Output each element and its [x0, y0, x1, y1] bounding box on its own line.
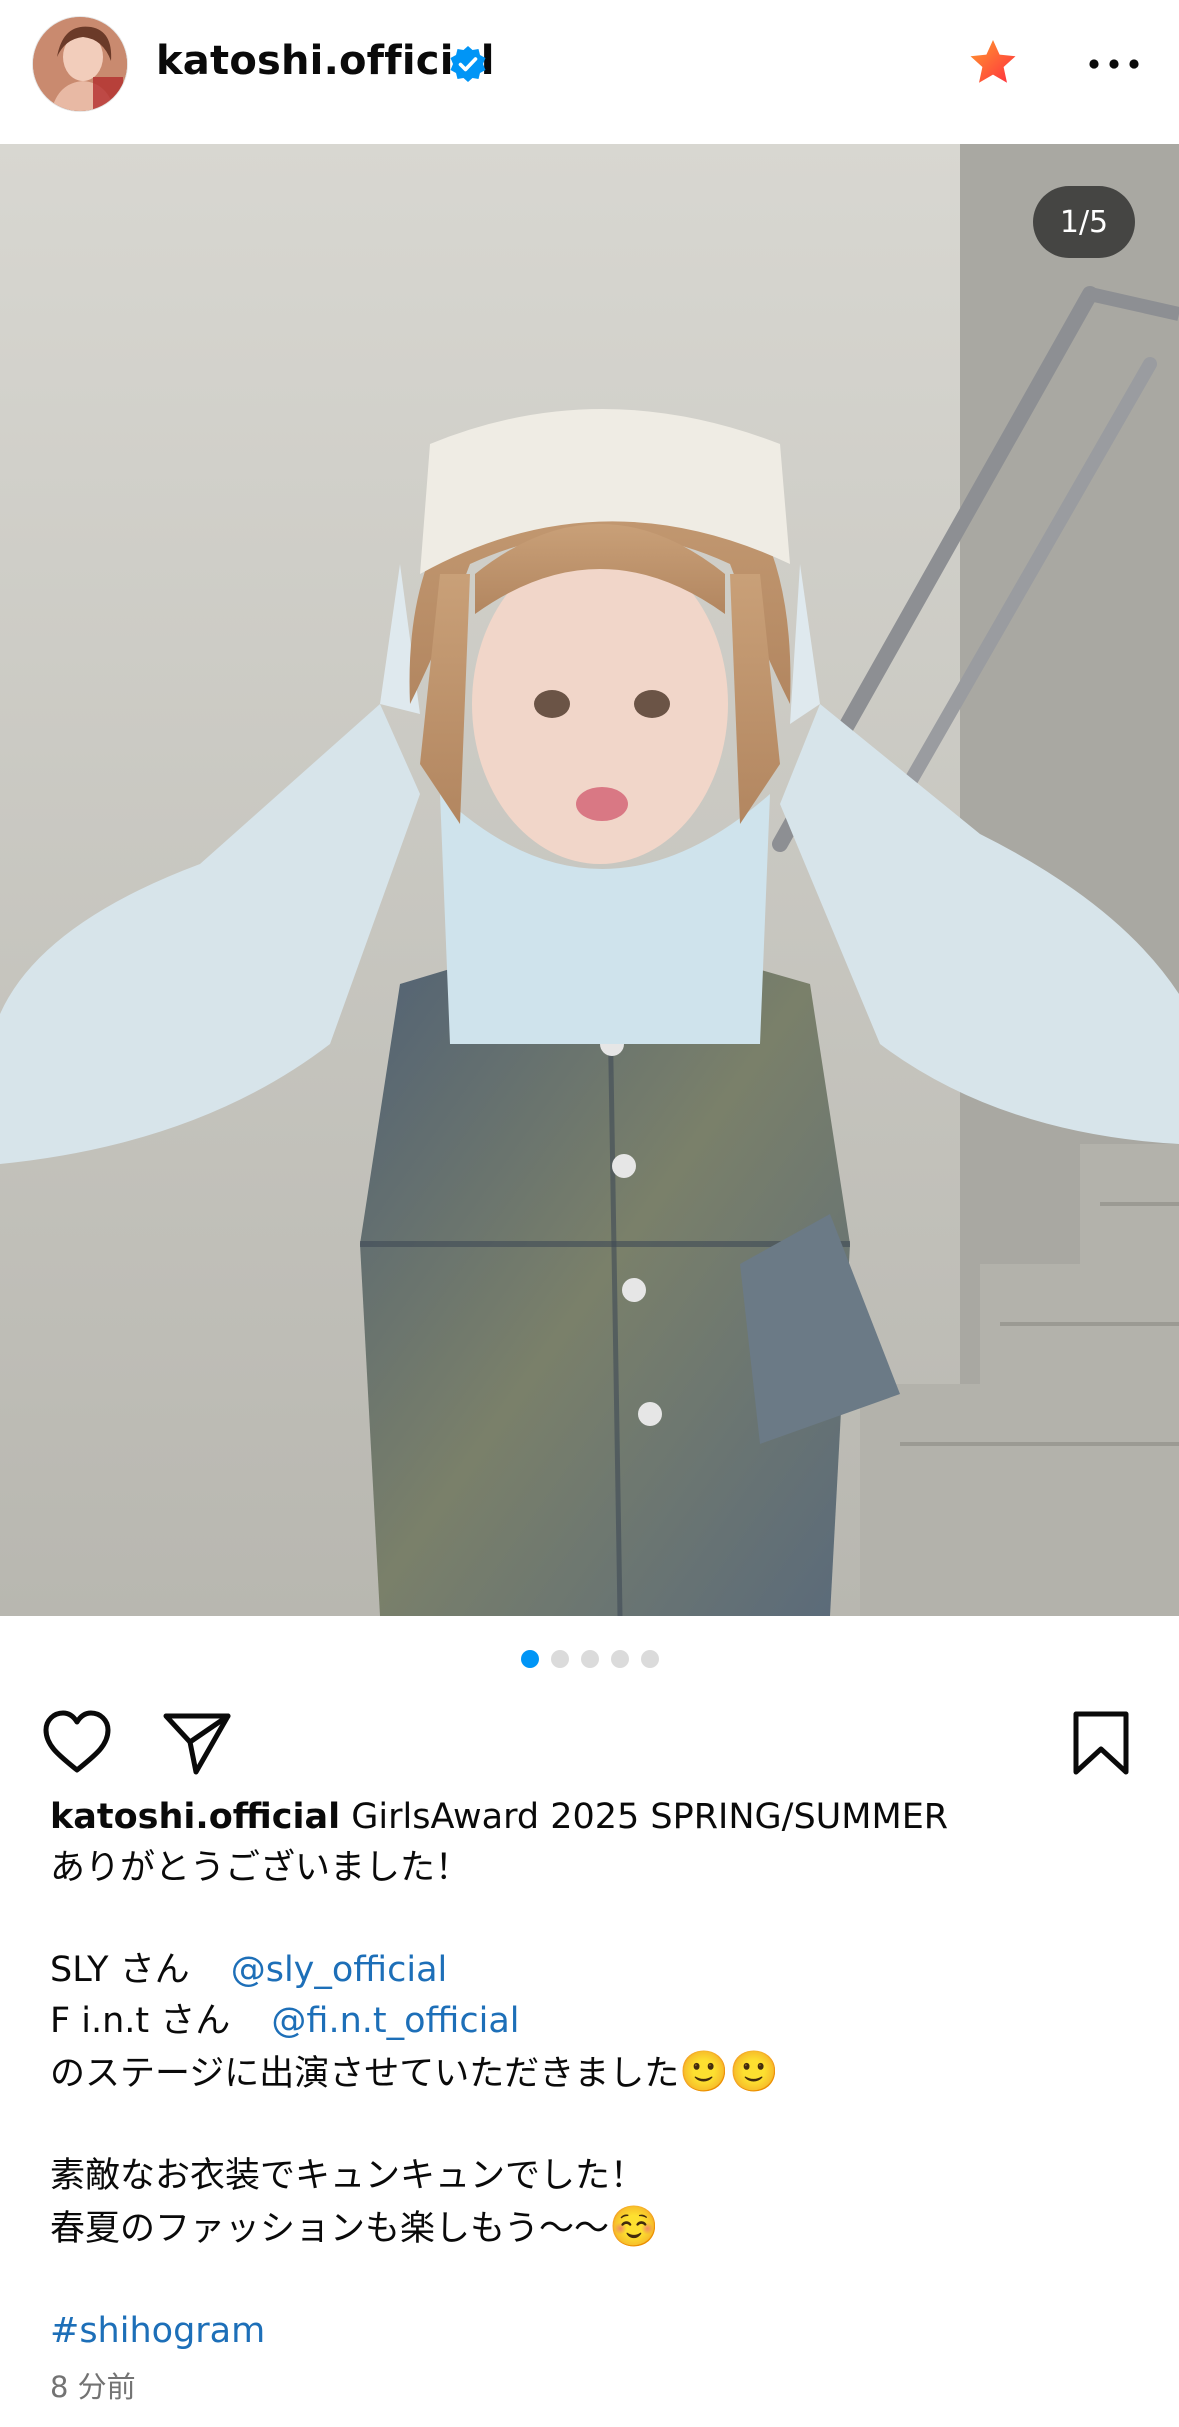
bookmark-icon[interactable]	[1064, 1706, 1138, 1780]
caption-gap	[50, 2255, 1140, 2306]
blush-emoji: ☺️	[608, 2204, 659, 2250]
heart-icon[interactable]	[40, 1706, 114, 1780]
verified-badge-icon	[450, 46, 486, 82]
carousel-dot-active	[520, 1650, 539, 1668]
post-image	[0, 144, 1179, 1616]
post-header: katoshi.official	[0, 0, 1179, 144]
carousel-dot	[640, 1650, 659, 1668]
caption-line: ありがとうございました！	[50, 1848, 471, 1888]
caption-text: SLY さん	[50, 1950, 190, 1990]
hashtag-link[interactable]: #shihogram	[50, 2306, 1140, 2357]
caption-line: SLY さん @sly_official	[50, 1945, 1140, 1996]
caption-gap	[50, 2100, 1140, 2151]
carousel-dot	[550, 1650, 569, 1668]
avatar-image	[33, 17, 127, 111]
caption-line: F i.n.t さん @fi.n.t_official	[50, 1996, 1140, 2047]
avatar[interactable]	[32, 16, 128, 112]
caption-username[interactable]: katoshi.official	[50, 1797, 340, 1837]
smile-emoji: 🙂🙂	[679, 2049, 779, 2095]
caption-line: 素敵なお衣装でキュンキュンでした！	[50, 2156, 646, 2196]
mention-link[interactable]: @fi.n.t_official	[271, 2001, 519, 2041]
caption-text: 春夏のファッションも楽しもう〜〜	[50, 2209, 609, 2249]
caption-text: GirlsAward 2025 SPRING/SUMMER	[351, 1797, 949, 1837]
carousel-indicator	[0, 1650, 1179, 1672]
caption-line: のステージに出演させていただきました🙂🙂	[50, 2047, 1140, 2100]
mention-link[interactable]: @sly_official	[231, 1950, 448, 1990]
caption-text: F i.n.t さん	[50, 2001, 231, 2041]
caption-line: 春夏のファッションも楽しもう〜〜☺️	[50, 2202, 1140, 2255]
caption-text: のステージに出演させていただきました	[50, 2054, 680, 2094]
header-username[interactable]: katoshi.official	[156, 38, 495, 84]
carousel-dot	[610, 1650, 629, 1668]
caption-gap	[50, 1894, 1140, 1945]
paper-plane-icon[interactable]	[160, 1706, 234, 1780]
carousel-dot	[580, 1650, 599, 1668]
star-icon[interactable]	[966, 36, 1020, 90]
more-options-icon[interactable]	[1086, 40, 1142, 88]
post-timestamp: 8 分前	[50, 2370, 136, 2404]
post-caption: katoshi.official GirlsAward 2025 SPRING/…	[50, 1792, 1140, 2357]
image-counter: 1/5	[1033, 186, 1135, 258]
post-photo[interactable]: 1/5	[0, 144, 1179, 1616]
caption-line: katoshi.official GirlsAward 2025 SPRING/…	[50, 1792, 1140, 1843]
